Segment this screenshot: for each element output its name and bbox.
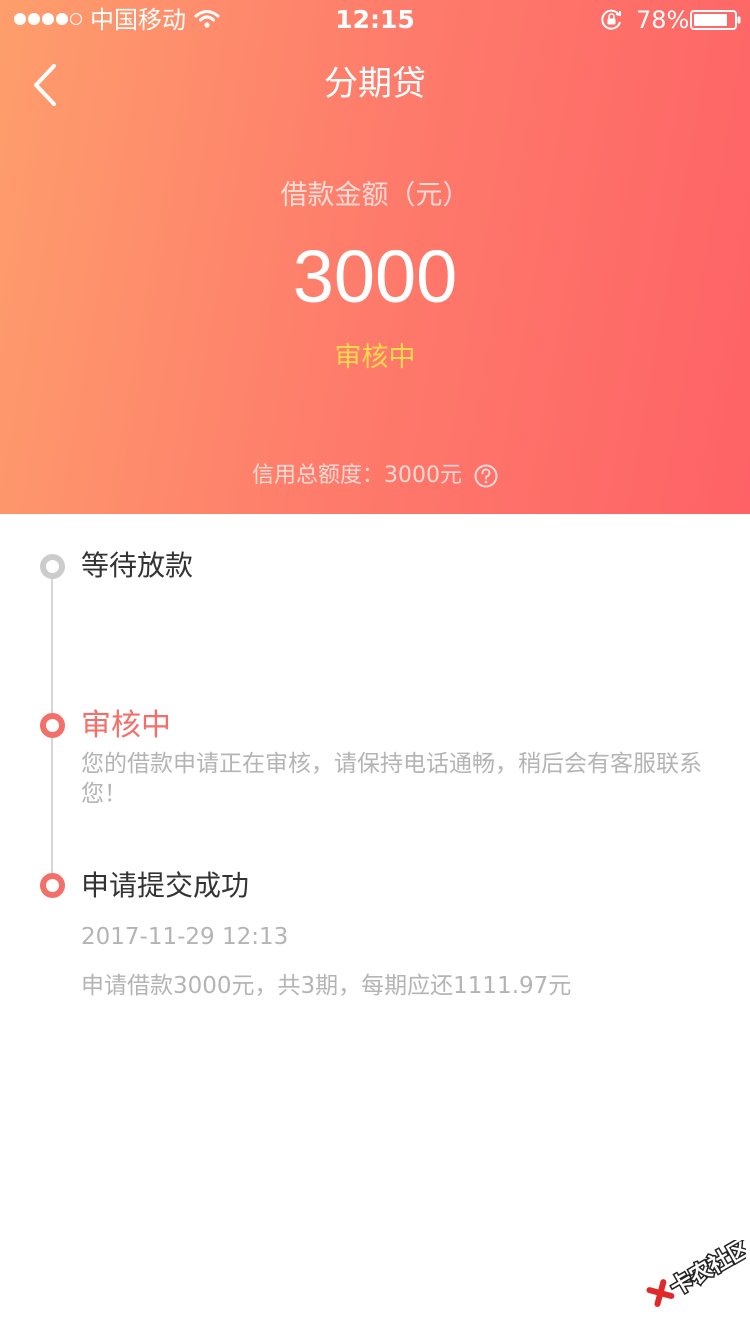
timeline-step-description: 申请借款3000元，共3期，每期应还1111.97元 [81, 973, 572, 999]
timeline-step-marker-pending [40, 554, 65, 579]
credit-limit-row: 信用总额度：3000元 [0, 458, 750, 494]
credit-limit-text: 信用总额度：3000元 [252, 463, 462, 488]
watermark-text: 卡农社区 [666, 1240, 746, 1301]
timeline-step-title: 审核中 [81, 708, 171, 743]
rotation-lock-icon [601, 9, 621, 30]
timeline-step-marker-active [40, 713, 65, 738]
battery-icon [690, 10, 741, 30]
timeline-step-description: 您的借款申请正在审核，请保持电话通畅，稍后会有客服联系您！ [81, 751, 702, 807]
battery-percentage: 78% [636, 6, 690, 34]
watermark-logo: 卡农社区 [646, 1240, 746, 1307]
timeline-step-marker-done [40, 873, 65, 898]
timeline-step-title: 等待放款 [81, 549, 194, 582]
question-mark-icon[interactable] [474, 464, 498, 488]
loan-status: 审核中 [334, 342, 416, 373]
status-bar: 中国移动 12:15 78% [0, 0, 750, 40]
loan-amount-value: 3000 [292, 235, 458, 318]
page-title: 分期贷 [324, 64, 426, 104]
timeline-step-title: 申请提交成功 [81, 869, 250, 902]
loan-amount-label: 借款金额（元） [280, 180, 470, 211]
timeline-step-date: 2017-11-29 12:13 [81, 924, 289, 950]
loan-header: 中国移动 12:15 78% 分期贷 借款金额（元） 3000 审核中 信用总额… [0, 0, 750, 514]
